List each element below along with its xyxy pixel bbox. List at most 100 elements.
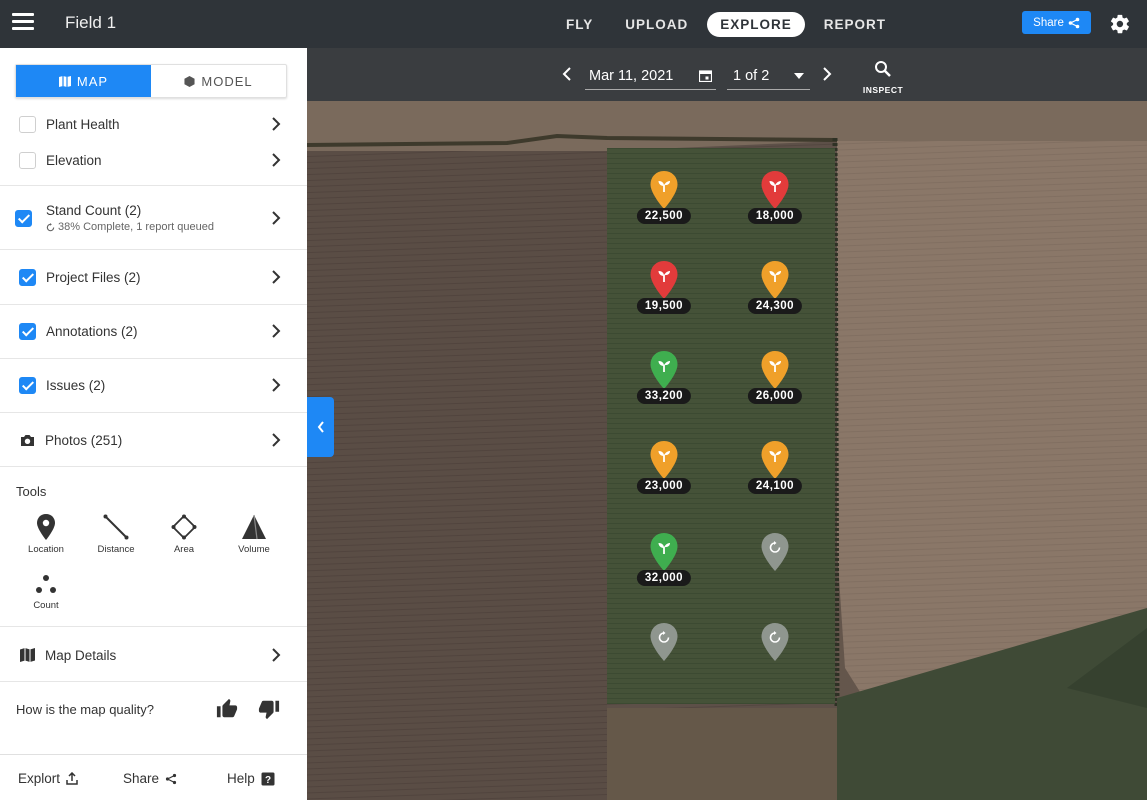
stand-count-value: 26,000 <box>747 388 803 404</box>
elevation-label: Elevation <box>46 152 102 168</box>
stand-count-marker[interactable] <box>649 440 679 480</box>
map-view[interactable]: Mar 11, 2021 1 of 2 INSPECT 22,500 18,000… <box>307 48 1147 800</box>
inspect-label: INSPECT <box>862 85 904 95</box>
help-button[interactable]: Help ? <box>227 771 275 786</box>
collapse-sidebar-button[interactable] <box>307 397 334 457</box>
satellite-imagery <box>307 48 1147 800</box>
chevron-right-icon <box>272 211 281 225</box>
stand-count-marker[interactable] <box>649 350 679 390</box>
stand-count-marker[interactable] <box>760 622 790 662</box>
menu-icon[interactable] <box>12 13 34 33</box>
stand-count-marker[interactable] <box>649 170 679 210</box>
footer-share-label: Share <box>123 771 160 786</box>
stand-count-marker[interactable] <box>760 440 790 480</box>
sidebar: MAP MODEL Plant Health Elevation Stand C… <box>0 48 307 800</box>
model-mode-label: MODEL <box>201 73 253 89</box>
project-files-checkbox[interactable] <box>19 268 36 286</box>
tool-distance-label: Distance <box>97 544 135 555</box>
tools-title: Tools <box>16 484 47 499</box>
date-value: Mar 11, 2021 <box>589 67 674 84</box>
tool-location-label: Location <box>28 544 64 555</box>
issues-checkbox[interactable] <box>19 376 36 394</box>
tool-location[interactable]: Location <box>16 514 76 555</box>
stand-count-value: 23,000 <box>636 478 692 494</box>
photos-label: Photos (251) <box>45 432 123 448</box>
layer-plant-health[interactable]: Plant Health <box>0 110 307 138</box>
dots-icon <box>36 575 56 593</box>
map-mode-button[interactable]: MAP <box>16 65 151 97</box>
export-icon <box>66 772 78 785</box>
tool-volume-label: Volume <box>238 544 270 555</box>
chevron-right-icon <box>272 648 281 662</box>
share-button[interactable]: Share <box>1022 11 1091 34</box>
share-icon <box>165 773 177 784</box>
footer-share-button[interactable]: Share <box>123 771 177 786</box>
divider <box>0 466 307 467</box>
stand-count-checkbox[interactable] <box>15 209 32 227</box>
help-icon: ? <box>261 772 275 786</box>
stand-count-marker[interactable] <box>760 260 790 300</box>
divider <box>0 681 307 682</box>
divider <box>0 185 307 186</box>
annotations-label: Annotations (2) <box>46 323 138 339</box>
tool-area[interactable]: Area <box>154 514 214 555</box>
page-selector[interactable]: 1 of 2 <box>727 62 810 90</box>
camera-icon <box>21 434 34 446</box>
magnifier-icon <box>875 61 891 77</box>
stand-count-marker[interactable] <box>649 622 679 662</box>
thumbs-down-icon[interactable] <box>258 698 280 720</box>
map-mode-label: MAP <box>76 73 109 89</box>
map-details-icon <box>20 648 35 662</box>
divider <box>0 249 307 250</box>
export-button[interactable]: Explort <box>18 771 78 786</box>
caret-down-icon <box>794 72 804 79</box>
layer-elevation[interactable]: Elevation <box>0 146 307 174</box>
layer-issues[interactable]: Issues (2) <box>0 371 307 399</box>
stand-count-marker[interactable] <box>649 260 679 300</box>
svg-text:?: ? <box>265 775 271 786</box>
stand-count-label: Stand Count (2) <box>46 203 142 218</box>
stand-count-status: 38% Complete, 1 report queued <box>58 221 214 233</box>
layer-stand-count[interactable]: Stand Count (2) 38% Complete, 1 report q… <box>0 195 307 241</box>
plant-health-checkbox[interactable] <box>19 115 36 133</box>
field-title: Field 1 <box>65 13 117 32</box>
tab-fly[interactable]: FLY <box>553 12 606 37</box>
divider <box>0 626 307 627</box>
chevron-left-icon[interactable] <box>561 66 573 82</box>
map-details-row[interactable]: Map Details <box>0 641 307 669</box>
layer-photos[interactable]: Photos (251) <box>0 426 307 454</box>
date-picker[interactable]: Mar 11, 2021 <box>585 62 716 90</box>
export-label: Explort <box>18 771 61 786</box>
tool-distance[interactable]: Distance <box>86 514 146 555</box>
tab-report[interactable]: REPORT <box>811 12 899 37</box>
issues-label: Issues (2) <box>46 377 106 393</box>
stand-count-value: 24,100 <box>747 478 803 494</box>
chevron-right-icon <box>272 378 281 392</box>
polygon-icon <box>171 514 197 540</box>
thumbs-up-icon[interactable] <box>216 698 238 720</box>
tab-explore[interactable]: EXPLORE <box>707 11 805 37</box>
chevron-right-icon[interactable] <box>821 66 833 82</box>
page-value: 1 of 2 <box>733 67 770 84</box>
chevron-left-icon <box>317 421 324 433</box>
model-mode-button[interactable]: MODEL <box>151 65 286 97</box>
elevation-checkbox[interactable] <box>19 151 36 169</box>
inspect-button[interactable]: INSPECT <box>857 60 909 95</box>
stand-count-marker[interactable] <box>760 170 790 210</box>
gear-icon[interactable] <box>1109 13 1131 35</box>
stand-count-marker[interactable] <box>649 532 679 572</box>
cube-icon <box>184 75 195 87</box>
stand-count-marker[interactable] <box>760 532 790 572</box>
stand-count-marker[interactable] <box>760 350 790 390</box>
project-files-label: Project Files (2) <box>46 269 141 285</box>
layer-annotations[interactable]: Annotations (2) <box>0 317 307 345</box>
tab-upload[interactable]: UPLOAD <box>612 12 701 37</box>
share-label: Share <box>1033 16 1064 29</box>
stand-count-value: 18,000 <box>747 208 803 224</box>
calendar-icon <box>699 70 712 82</box>
tool-volume[interactable]: Volume <box>224 514 284 555</box>
tool-count[interactable]: Count <box>16 574 76 611</box>
layer-project-files[interactable]: Project Files (2) <box>0 263 307 291</box>
annotations-checkbox[interactable] <box>19 322 36 340</box>
chevron-right-icon <box>272 324 281 338</box>
